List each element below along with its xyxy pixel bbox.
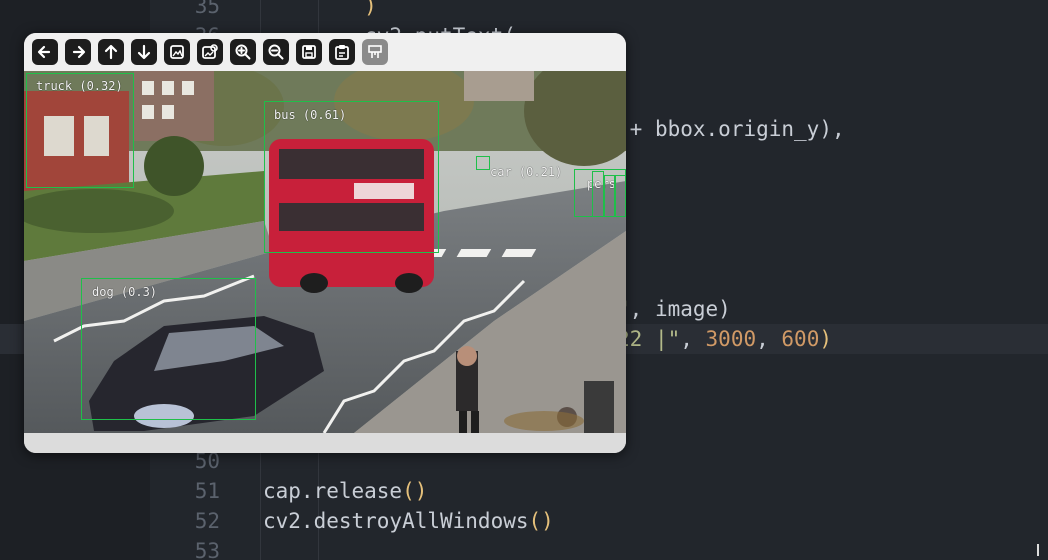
code-token: 600 (781, 327, 820, 351)
down-arrow-button[interactable] (131, 39, 157, 65)
code-token: , (680, 327, 706, 351)
code-token: ) (819, 327, 832, 351)
detection-box (264, 101, 439, 253)
line-number: 52 (194, 509, 220, 533)
code-token: () (528, 509, 554, 533)
viewer-statusbar (24, 433, 626, 453)
zoom-out-button[interactable] (263, 39, 289, 65)
detection-image[interactable]: truck (0.32) bus (0.61) car (0.21) dog (0.3… (24, 71, 626, 433)
image-viewer-window[interactable]: truck (0.32) bus (0.61) car (0.21) dog (0.3… (24, 33, 626, 453)
code-text: cap.release() (263, 476, 427, 506)
line-number: 53 (194, 539, 220, 560)
code-line[interactable]: 51 cap.release() (0, 476, 1048, 506)
save-button[interactable] (296, 39, 322, 65)
mouse-cursor (1037, 544, 1045, 556)
image-button[interactable] (164, 39, 190, 65)
code-token: ) (263, 0, 377, 18)
code-token: + bbox.origin_y), (617, 117, 845, 141)
code-token: , image) (629, 297, 731, 321)
code-token: , (756, 327, 782, 351)
detection-box (614, 175, 626, 217)
code-text: cv2.destroyAllWindows() (263, 506, 554, 536)
viewer-toolbar (24, 33, 626, 71)
line-number: 51 (194, 479, 220, 503)
code-token: cv2.destroyAllWindows (263, 509, 529, 533)
up-arrow-button[interactable] (98, 39, 124, 65)
detection-label: car (0.21) (490, 165, 563, 179)
clipboard-button[interactable] (329, 39, 355, 65)
code-line[interactable]: 53 (0, 536, 1048, 560)
forward-arrow-button[interactable] (65, 39, 91, 65)
detection-box (592, 171, 604, 217)
code-token: () (402, 479, 428, 503)
code-line[interactable]: 35 ) (0, 0, 1048, 21)
detection-label: bus (0.61) (274, 108, 347, 122)
back-arrow-button[interactable] (32, 39, 58, 65)
code-token: cap.release (263, 479, 403, 503)
code-token: 3000 (705, 327, 757, 351)
detection-box (476, 156, 490, 170)
detection-label: dog (0.3) (92, 285, 158, 299)
code-text: ) (263, 0, 377, 21)
detection-box (81, 278, 256, 420)
image-search-button[interactable] (197, 39, 223, 65)
detection-label: truck (0.32) (36, 79, 123, 93)
code-line[interactable]: 52 cv2.destroyAllWindows() (0, 506, 1048, 536)
properties-button[interactable] (362, 39, 388, 65)
zoom-in-button[interactable] (230, 39, 256, 65)
line-number: 35 (194, 0, 220, 18)
